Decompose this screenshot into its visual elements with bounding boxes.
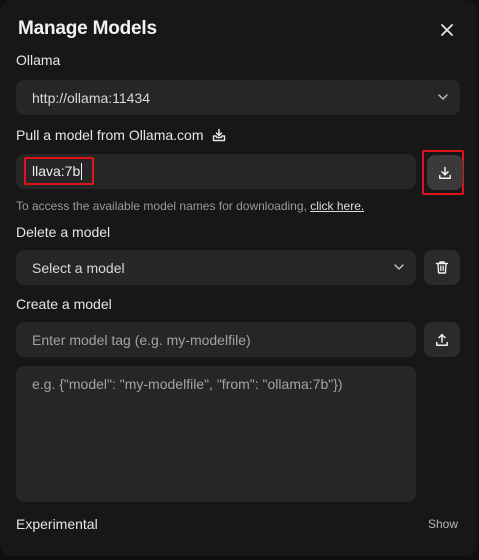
chevron-down-icon — [436, 90, 450, 104]
pull-model-label-text: Pull a model from Ollama.com — [16, 127, 204, 143]
close-icon — [441, 24, 453, 36]
modelfile-content-textarea[interactable]: e.g. {"model": "my-modelfile", "from": "… — [16, 366, 416, 502]
modal-title: Manage Models — [18, 18, 157, 39]
experimental-show-toggle[interactable]: Show — [428, 517, 458, 531]
pull-model-input-value: llava:7b — [24, 157, 94, 185]
ollama-section-label: Ollama — [16, 52, 61, 68]
ollama-url-value: http://ollama:11434 — [32, 89, 151, 106]
pull-model-button[interactable] — [427, 155, 463, 190]
pull-model-input[interactable]: llava:7b — [16, 154, 416, 189]
experimental-section-label: Experimental — [16, 516, 98, 532]
pull-model-label: Pull a model from Ollama.com — [16, 127, 226, 143]
manage-models-modal: Manage Models Ollama http://ollama:11434… — [0, 0, 477, 556]
download-tray-icon — [212, 128, 226, 142]
modelfile-content-placeholder: e.g. {"model": "my-modelfile", "from": "… — [32, 376, 343, 392]
delete-model-label: Delete a model — [16, 224, 111, 240]
pull-model-input-text: llava:7b — [32, 163, 81, 179]
model-tag-placeholder: Enter model tag (e.g. my-modelfile) — [32, 331, 251, 348]
pull-button-highlight — [422, 150, 464, 195]
delete-model-select[interactable]: Select a model — [16, 250, 416, 285]
close-button[interactable] — [436, 19, 458, 41]
pull-hint-link[interactable]: click here. — [310, 199, 364, 213]
download-icon — [439, 166, 451, 179]
ollama-url-select[interactable]: http://ollama:11434 — [16, 80, 460, 115]
text-caret — [81, 162, 83, 180]
pull-hint-message: To access the available model names for … — [16, 199, 307, 213]
trash-icon — [435, 261, 449, 274]
delete-model-button[interactable] — [424, 250, 460, 285]
chevron-down-icon — [392, 260, 406, 274]
upload-icon — [436, 333, 448, 346]
create-model-label: Create a model — [16, 296, 112, 312]
pull-hint-text: To access the available model names for … — [16, 199, 364, 213]
model-tag-input[interactable]: Enter model tag (e.g. my-modelfile) — [16, 322, 416, 357]
delete-model-select-placeholder: Select a model — [32, 259, 125, 276]
create-model-button[interactable] — [424, 322, 460, 357]
